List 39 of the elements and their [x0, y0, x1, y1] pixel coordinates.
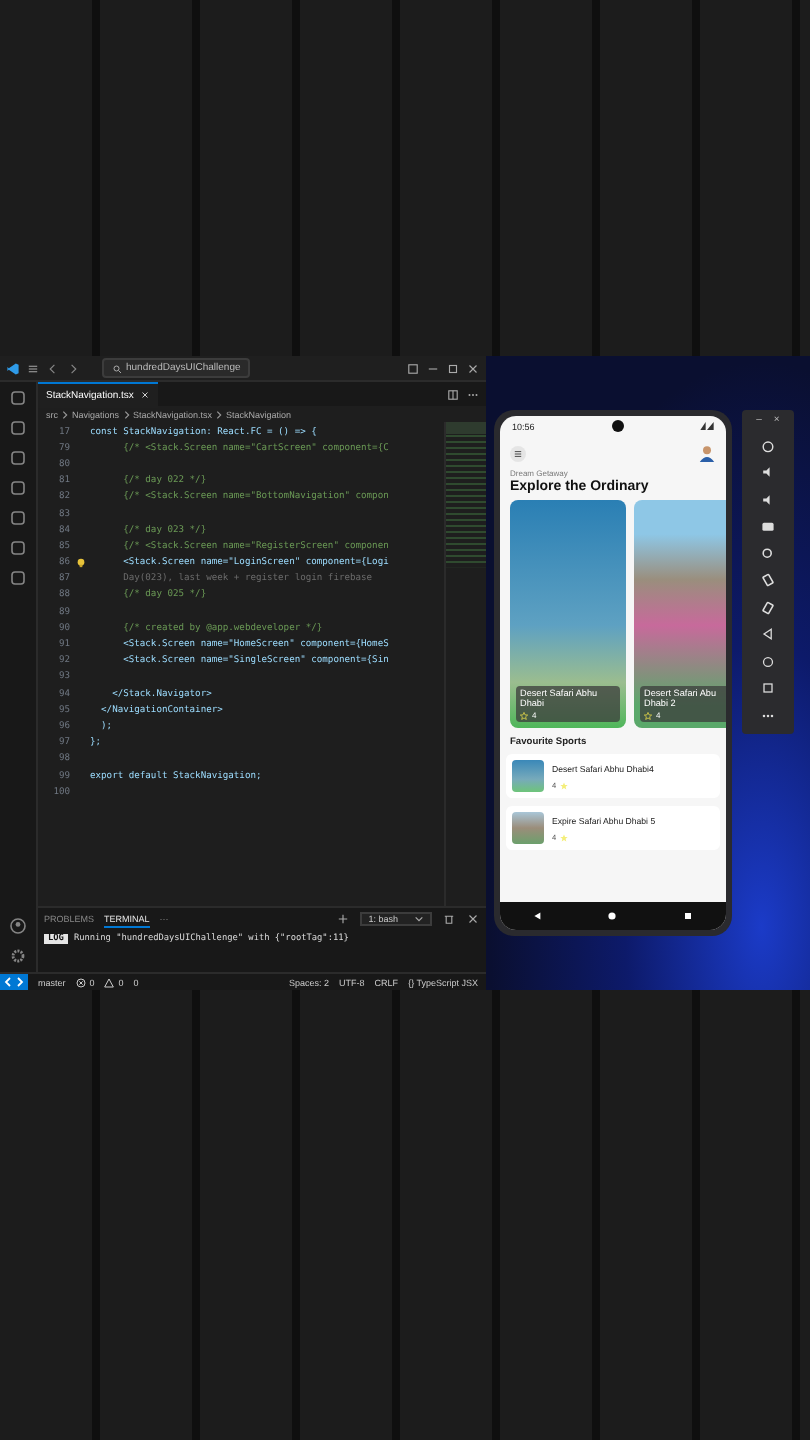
plus-icon[interactable]: [336, 912, 351, 926]
remote-icon[interactable]: [0, 974, 28, 990]
star-icon: [520, 711, 528, 719]
home-icon[interactable]: [760, 653, 776, 669]
trash-icon[interactable]: [442, 912, 456, 926]
lightbulb-icon[interactable]: [75, 558, 85, 569]
power-icon[interactable]: [760, 437, 776, 453]
rotate-right-icon[interactable]: [760, 599, 776, 615]
chevron-icon: [60, 409, 70, 419]
avatar-icon[interactable]: [698, 444, 716, 462]
menu-icon[interactable]: [510, 445, 526, 461]
settings-icon[interactable]: [8, 946, 28, 966]
account-icon[interactable]: [8, 916, 28, 936]
rotate-left-icon[interactable]: [760, 572, 776, 588]
vol-down-icon[interactable]: [760, 491, 776, 507]
vol-up-icon[interactable]: [760, 464, 776, 480]
close-icon[interactable]: [466, 361, 480, 375]
error-icon[interactable]: [75, 977, 86, 987]
zoom-icon[interactable]: [760, 545, 776, 561]
camera-icon[interactable]: [760, 518, 776, 534]
maximize-icon[interactable]: [446, 361, 460, 375]
signal-icon: [700, 422, 715, 430]
caret-icon: [414, 914, 424, 924]
camera-hole-icon: [611, 420, 624, 432]
star-icon: [560, 833, 569, 841]
close-icon[interactable]: [466, 912, 480, 926]
back-icon[interactable]: [760, 626, 776, 642]
chevron-icon: [214, 409, 225, 419]
warning-icon[interactable]: [104, 977, 115, 987]
star-icon: [560, 781, 569, 789]
close-icon[interactable]: [139, 390, 150, 400]
back-icon[interactable]: [531, 910, 544, 922]
menu-icon[interactable]: [26, 361, 40, 375]
logo-icon: [6, 361, 20, 375]
star-icon: [644, 711, 652, 719]
chevron-icon: [121, 409, 132, 419]
layout-icon[interactable]: [406, 361, 420, 375]
home-icon[interactable]: [606, 910, 619, 922]
split-editor-icon[interactable]: [446, 387, 460, 401]
